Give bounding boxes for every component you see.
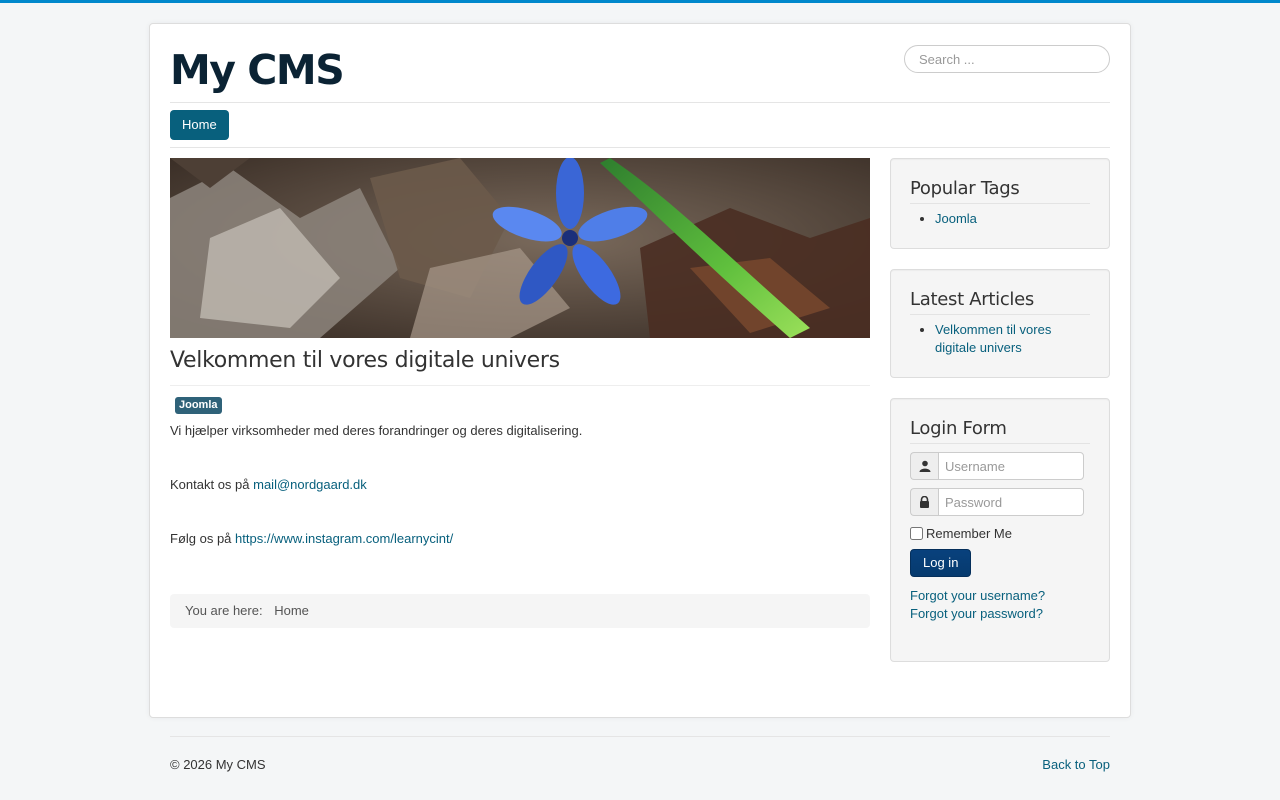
sidebar: Popular Tags Joomla Latest Articles Velk…	[890, 158, 1110, 682]
main-content: Velkommen til vores digitale univers Joo…	[170, 158, 870, 628]
popular-tags-list: Joomla	[910, 210, 1090, 228]
password-row	[910, 488, 1090, 516]
breadcrumb: You are here: Home	[170, 594, 870, 628]
remember-me-checkbox[interactable]	[910, 526, 923, 540]
footer-copyright: © 2026 My CMS	[170, 757, 266, 772]
article-intro: Vi hjælper virksomheder med deres forand…	[170, 423, 583, 438]
article-tag-badge[interactable]: Joomla	[175, 397, 222, 414]
contact-email-link[interactable]: mail@nordgaard.dk	[253, 477, 367, 492]
lock-icon	[910, 488, 938, 516]
main-nav: Home	[170, 103, 1110, 148]
list-item: Joomla	[935, 210, 1090, 228]
site-header: My CMS	[170, 24, 1110, 103]
nav-item-home[interactable]: Home	[170, 110, 229, 140]
username-row	[910, 452, 1090, 480]
list-item: Velkommen til vores digitale univers	[935, 321, 1090, 357]
banner-image	[170, 158, 870, 338]
instagram-link[interactable]: https://www.instagram.com/learnycint/	[235, 531, 453, 546]
latest-articles-title: Latest Articles	[910, 289, 1090, 315]
latest-articles-list: Velkommen til vores digitale univers	[910, 321, 1090, 357]
article-title: Velkommen til vores digitale univers	[170, 348, 870, 386]
breadcrumb-label: You are here:	[185, 603, 263, 618]
page-container: My CMS Home	[149, 23, 1131, 718]
follow-line: Følg os på https://www.instagram.com/lea…	[170, 530, 870, 548]
popular-tags-title: Popular Tags	[910, 178, 1090, 204]
breadcrumb-current: Home	[274, 603, 309, 618]
login-form-title: Login Form	[910, 418, 1090, 444]
latest-articles-module: Latest Articles Velkommen til vores digi…	[890, 269, 1110, 378]
search-input[interactable]	[904, 45, 1110, 73]
contact-prefix: Kontakt os på	[170, 477, 254, 492]
article-link[interactable]: Velkommen til vores digitale univers	[935, 322, 1051, 355]
login-button[interactable]: Log in	[910, 549, 972, 577]
tag-link[interactable]: Joomla	[935, 211, 977, 226]
forgot-password-link[interactable]: Forgot your password?	[910, 605, 1090, 623]
user-icon	[910, 452, 938, 480]
popular-tags-module: Popular Tags Joomla	[890, 158, 1110, 249]
login-links: Forgot your username? Forgot your passwo…	[910, 587, 1090, 641]
site-brand[interactable]: My CMS	[170, 44, 345, 96]
remember-me-label: Remember Me	[926, 525, 1012, 541]
remember-me-row: Remember Me	[910, 525, 1090, 541]
contact-line: Kontakt os på mail@nordgaard.dk	[170, 476, 870, 494]
password-input[interactable]	[938, 488, 1084, 516]
back-to-top-link[interactable]: Back to Top	[1042, 757, 1110, 772]
footer-divider	[170, 736, 1110, 737]
login-module: Login Form Remember Me Log in Forgot you…	[890, 398, 1110, 662]
follow-prefix: Følg os på	[170, 531, 236, 546]
forgot-username-link[interactable]: Forgot your username?	[910, 587, 1090, 605]
username-input[interactable]	[938, 452, 1084, 480]
